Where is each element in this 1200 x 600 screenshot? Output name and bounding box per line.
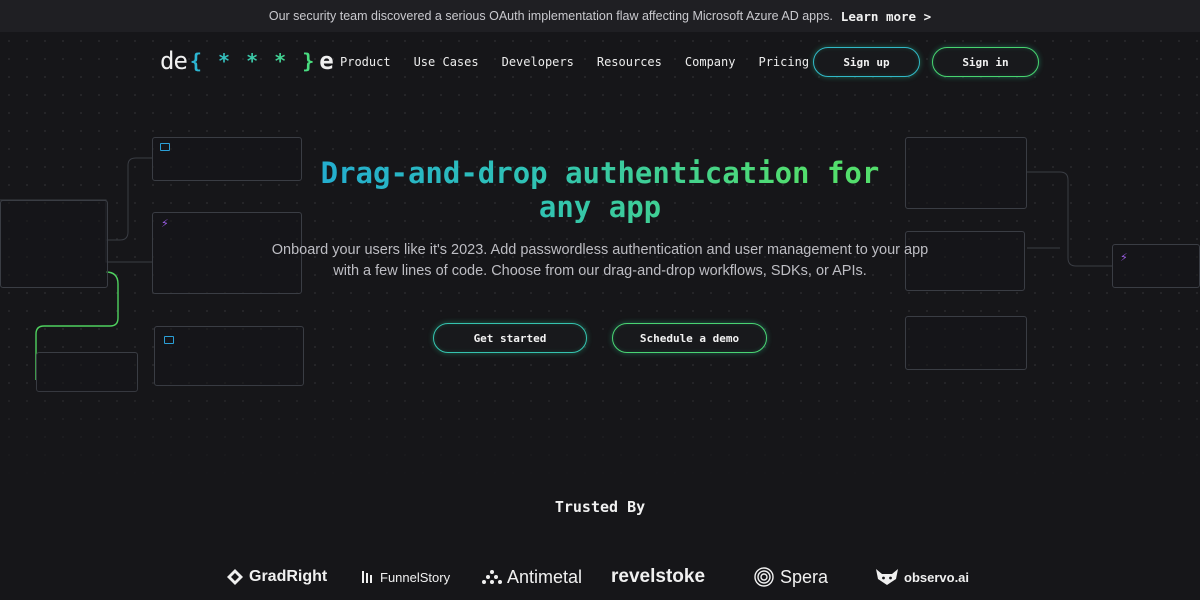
logo-gradright-text: GradRight bbox=[249, 568, 328, 585]
get-started-button[interactable]: Get started bbox=[433, 323, 587, 353]
logo-spera: Spera bbox=[753, 560, 828, 594]
logo-revelstoke: revelstoke bbox=[611, 560, 705, 594]
hero-title-line2: any app bbox=[538, 190, 662, 224]
fingerprint-icon bbox=[754, 567, 774, 587]
bolt-icon: ⚡ bbox=[1120, 252, 1128, 264]
learn-more-link[interactable]: Learn more > bbox=[841, 9, 931, 24]
logo-text-start: de bbox=[160, 47, 188, 75]
flow-node-left-4 bbox=[154, 326, 304, 386]
hero-title-line1: Drag-and-drop authentication for bbox=[320, 156, 880, 190]
logo-spera-text: Spera bbox=[780, 566, 829, 587]
nav-item-use-cases[interactable]: Use Cases bbox=[414, 55, 479, 69]
logo-observo: observo.ai bbox=[875, 560, 969, 594]
logo-funnelstory-text: FunnelStory bbox=[380, 569, 451, 585]
logo-antimetal: Antimetal bbox=[482, 560, 582, 594]
monitor-icon bbox=[160, 143, 170, 151]
customer-logos: GradRight FunnelStory Antimetal revelsto… bbox=[0, 560, 1200, 594]
flow-node-left-2 bbox=[0, 200, 108, 288]
flow-node-right-3 bbox=[1112, 244, 1200, 288]
logo-text-end: e bbox=[319, 47, 333, 75]
schedule-demo-button[interactable]: Schedule a demo bbox=[612, 323, 767, 353]
logo-antimetal-text: Antimetal bbox=[507, 566, 583, 587]
hero-subtitle: Onboard your users like it's 2023. Add p… bbox=[271, 242, 929, 279]
hero-title: Drag-and-drop authentication for any app bbox=[250, 156, 950, 224]
nav-item-company[interactable]: Company bbox=[685, 55, 736, 69]
antimetal-mark-icon bbox=[482, 570, 502, 584]
flow-node-right-4 bbox=[905, 316, 1027, 370]
brand-logo[interactable]: de { * * * } e bbox=[160, 44, 334, 78]
logo-observo-text: observo.ai bbox=[904, 569, 970, 585]
logo-funnelstory: FunnelStory bbox=[361, 560, 450, 594]
nav-item-product[interactable]: Product bbox=[340, 55, 391, 69]
logo-revelstoke-text: revelstoke bbox=[611, 566, 706, 587]
funnelstory-mark-icon bbox=[362, 571, 372, 583]
bolt-icon: ⚡ bbox=[161, 218, 169, 230]
fox-mark-icon bbox=[876, 569, 898, 585]
announcement-message: Our security team discovered a serious O… bbox=[268, 9, 833, 23]
announcement-bar: Our security team discovered a serious O… bbox=[0, 0, 1200, 32]
nav-item-resources[interactable]: Resources bbox=[597, 55, 662, 69]
sign-up-button[interactable]: Sign up bbox=[813, 47, 920, 77]
trusted-by-heading: Trusted By bbox=[554, 498, 646, 516]
nav-item-developers[interactable]: Developers bbox=[502, 55, 574, 69]
gradright-mark-icon bbox=[227, 569, 243, 585]
logo-text-middle: { * * * } bbox=[189, 49, 317, 73]
nav-item-pricing[interactable]: Pricing bbox=[758, 55, 809, 69]
main-nav: Product Use Cases Developers Resources C… bbox=[340, 48, 809, 76]
flow-node-left-5 bbox=[36, 352, 138, 392]
sign-in-button[interactable]: Sign in bbox=[932, 47, 1039, 77]
monitor-icon bbox=[164, 336, 174, 344]
logo-gradright: GradRight bbox=[226, 560, 327, 594]
